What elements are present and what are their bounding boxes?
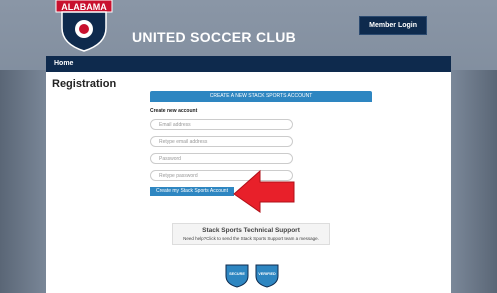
create-account-banner: CREATE A NEW STACK SPORTS ACCOUNT — [150, 91, 372, 102]
logo-text: ALABAMA — [61, 2, 107, 12]
password-field[interactable]: Password — [150, 153, 293, 164]
background-left — [0, 70, 48, 293]
registration-panel: Registration CREATE A NEW STACK SPORTS A… — [46, 72, 451, 293]
support-title: Stack Sports Technical Support — [202, 227, 300, 234]
nav-bar: Home — [46, 56, 451, 72]
alabama-shield-logo[interactable]: ALABAMA — [54, 0, 114, 52]
technical-support-box[interactable]: Stack Sports Technical Support Need help… — [172, 223, 330, 245]
shield-badge-icon: VERIFIED — [255, 264, 279, 288]
site-header: ALABAMA UNITED SOCCER CLUB Member Login — [46, 0, 451, 55]
member-login-button[interactable]: Member Login — [359, 16, 427, 35]
badge-verified-text: VERIFIED — [258, 272, 276, 276]
security-badges: SECURE VERIFIED — [225, 264, 279, 288]
club-title: UNITED SOCCER CLUB — [132, 29, 297, 45]
support-text: Need help?Click to send the Stack Sports… — [183, 236, 319, 241]
badge-secure-text: SECURE — [229, 272, 245, 276]
create-account-label: Create new account — [150, 108, 198, 114]
create-account-button[interactable]: Create my Stack Sports Account — [150, 187, 234, 196]
red-arrow-icon — [233, 169, 295, 213]
shield-badge-icon: SECURE — [225, 264, 249, 288]
email-field[interactable]: Email address — [150, 119, 293, 130]
background-right — [451, 70, 497, 293]
nav-home-link[interactable]: Home — [54, 60, 73, 67]
page-title: Registration — [52, 78, 117, 90]
retype-email-field[interactable]: Retype email address — [150, 136, 293, 147]
